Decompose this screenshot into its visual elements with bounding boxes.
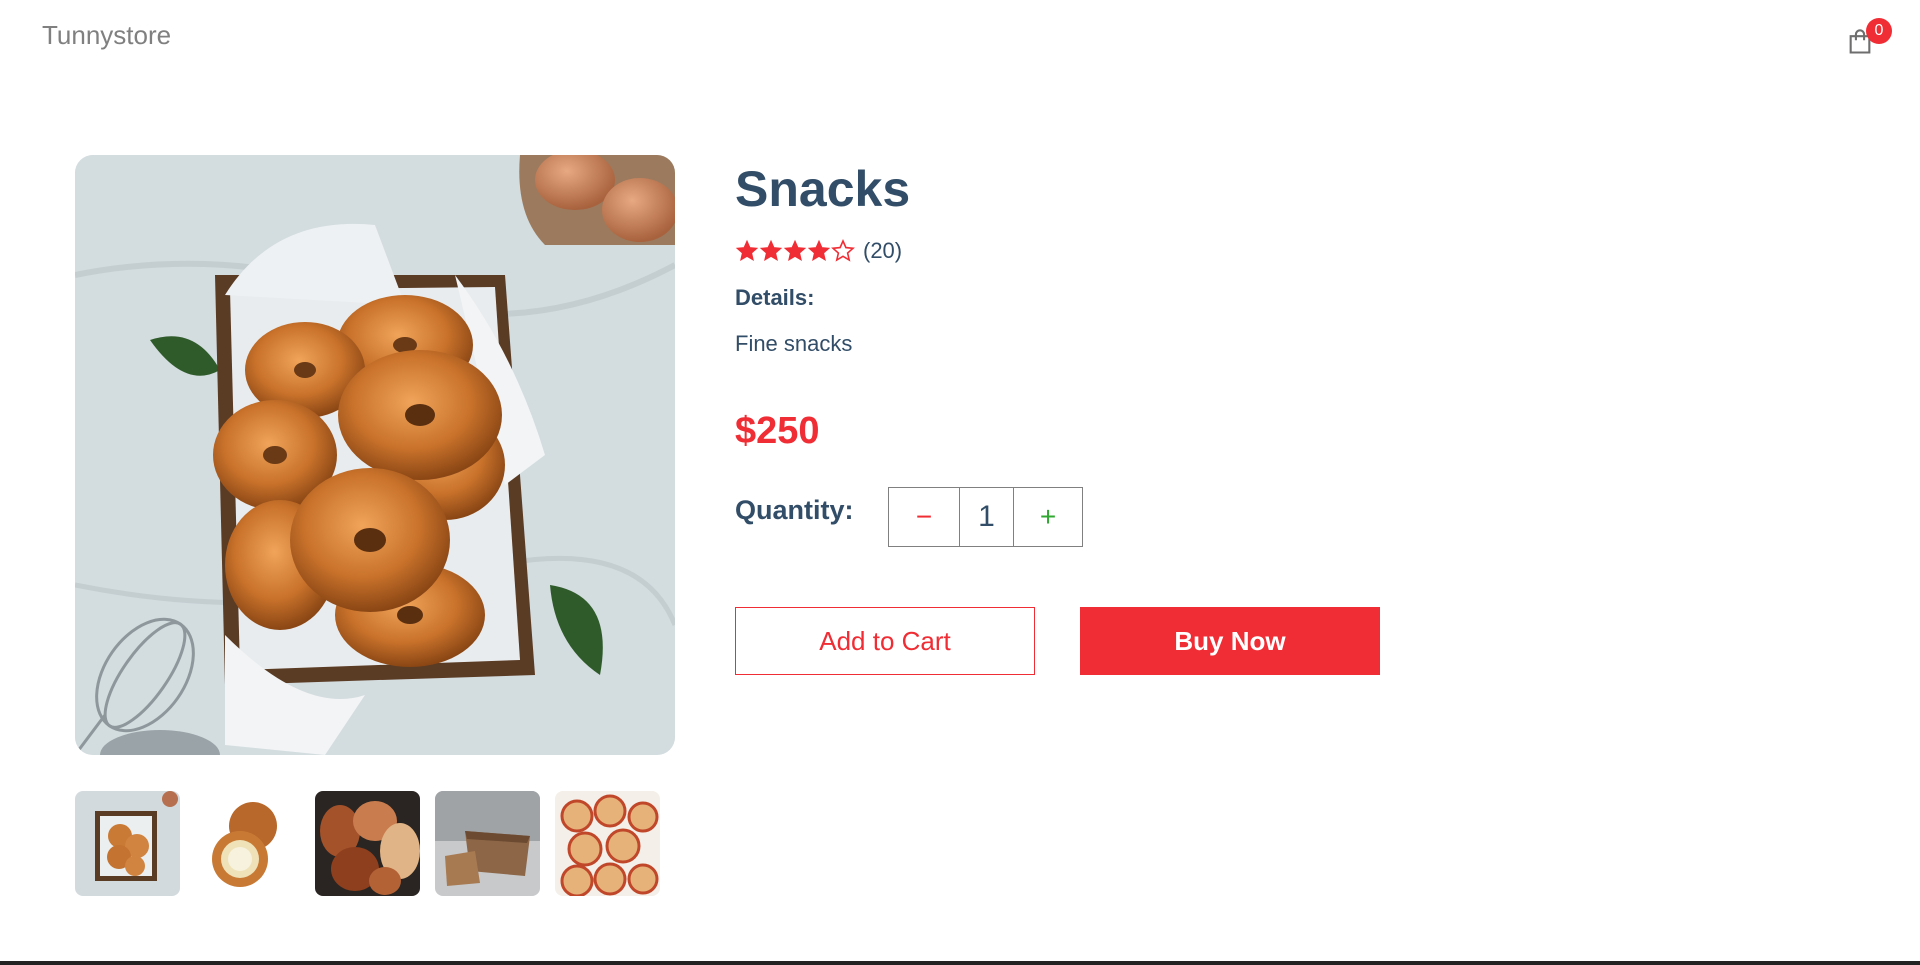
cart-count-badge: 0	[1866, 18, 1892, 44]
cart-button[interactable]: 0	[1843, 18, 1892, 58]
star-filled-icon	[807, 239, 831, 262]
star-filled-icon	[735, 239, 759, 262]
quantity-stepper: − 1 +	[888, 487, 1083, 547]
details-label: Details:	[735, 285, 815, 310]
quantity-value: 1	[960, 488, 1014, 546]
quantity-label: Quantity:	[735, 495, 854, 525]
star-filled-icon	[783, 239, 807, 262]
review-count[interactable]: (20)	[863, 238, 902, 264]
thumbnail-pastries[interactable]	[315, 791, 420, 896]
decrease-quantity-button[interactable]: −	[889, 488, 960, 546]
thumbnail-bagels[interactable]	[75, 791, 180, 896]
star-outline-icon	[831, 239, 855, 262]
increase-quantity-button[interactable]: +	[1014, 488, 1082, 546]
buy-now-button[interactable]: Buy Now	[1080, 607, 1380, 675]
thumbnail-pinwheels[interactable]	[555, 791, 660, 896]
star-filled-icon	[759, 239, 783, 262]
thumbnail-scotch-egg[interactable]	[195, 791, 300, 896]
thumbnail-cake-loaf[interactable]	[435, 791, 540, 896]
product-price: $250	[735, 410, 820, 452]
product-rating: (20)	[735, 237, 902, 265]
details-text: Fine snacks	[735, 331, 853, 356]
store-logo[interactable]: Tunnystore	[42, 20, 171, 51]
bottom-divider	[0, 961, 1920, 965]
product-title: Snacks	[735, 161, 911, 217]
navbar: Tunnystore 0	[0, 0, 1920, 72]
add-to-cart-button[interactable]: Add to Cart	[735, 607, 1035, 675]
product-main-image	[75, 155, 675, 755]
